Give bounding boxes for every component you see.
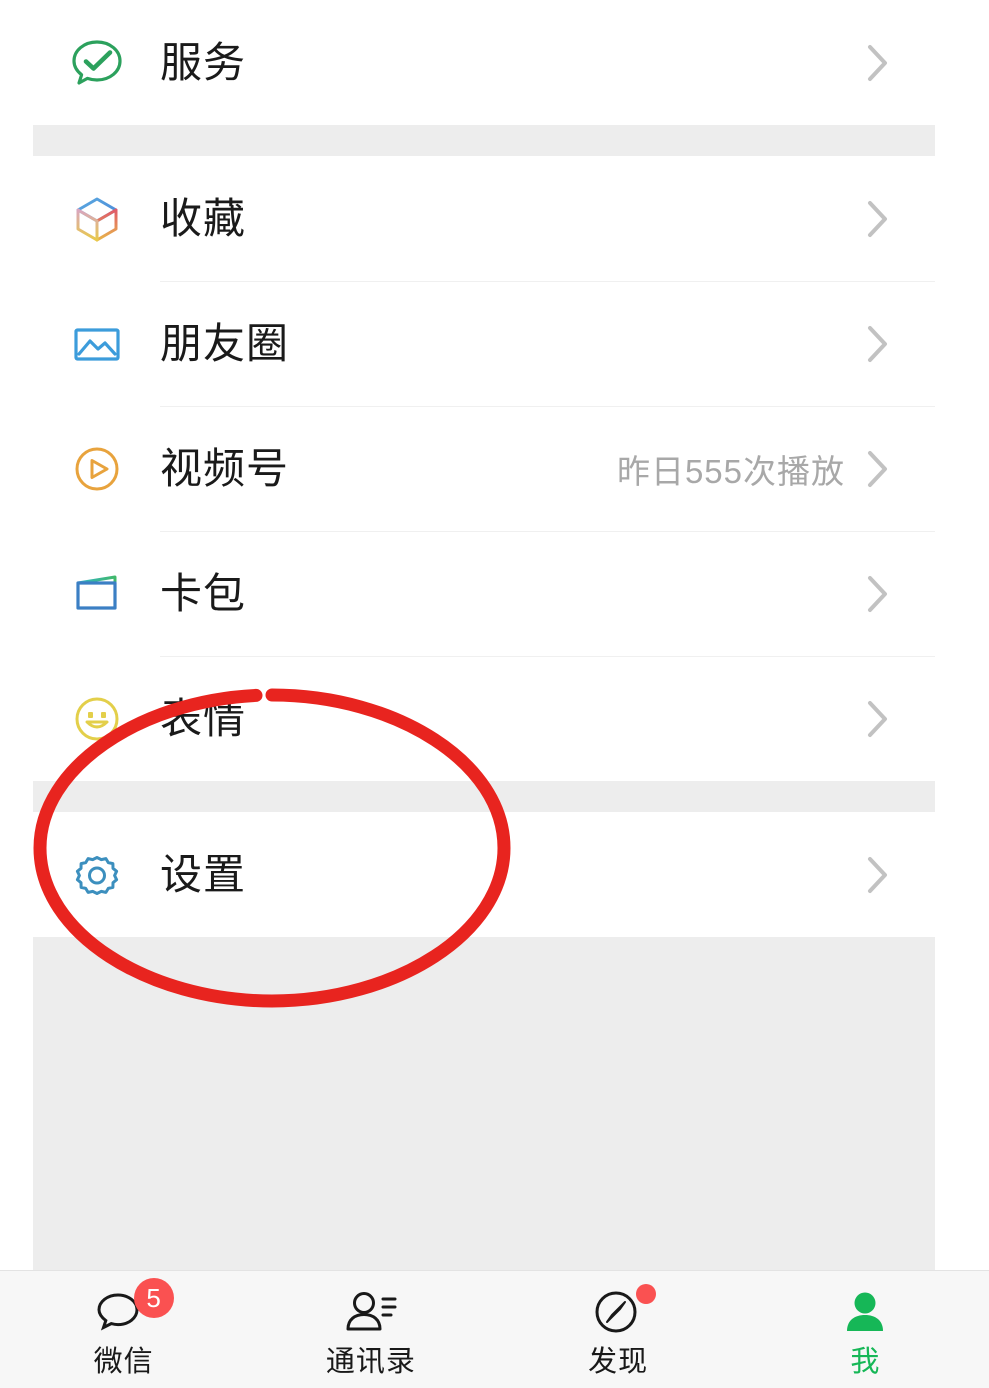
cards-wallet-icon xyxy=(33,564,160,624)
chevron-right-icon xyxy=(867,44,935,82)
discover-compass-icon xyxy=(590,1284,657,1340)
tab-discover[interactable]: 发现 xyxy=(495,1271,742,1388)
list-item-cards[interactable]: 卡包 xyxy=(33,531,935,656)
chat-bubbles-icon: 5 xyxy=(96,1278,174,1340)
tab-me[interactable]: 我 xyxy=(742,1271,989,1388)
group-separator xyxy=(33,125,935,156)
list-item-label: 朋友圈 xyxy=(160,319,290,367)
moments-photo-icon xyxy=(33,314,160,374)
tab-label: 通讯录 xyxy=(325,1346,416,1378)
settings-group: 设置 xyxy=(33,812,935,937)
tab-chats[interactable]: 5 微信 xyxy=(0,1271,247,1388)
chevron-right-icon xyxy=(867,575,935,613)
unread-badge: 5 xyxy=(133,1278,174,1318)
settings-list-container: 服务 收藏 朋友圈 视频号 昨日555次播放 卡包 表情 设置 xyxy=(33,0,935,1270)
chevron-right-icon xyxy=(867,700,935,738)
list-item-favorites[interactable]: 收藏 xyxy=(33,156,935,281)
stickers-smiley-icon xyxy=(33,689,160,749)
list-item-settings[interactable]: 设置 xyxy=(33,812,935,937)
list-item-moments[interactable]: 朋友圈 xyxy=(33,281,935,406)
list-item-services[interactable]: 服务 xyxy=(33,0,935,125)
settings-gear-icon xyxy=(33,845,160,905)
list-item-channels[interactable]: 视频号 昨日555次播放 xyxy=(33,406,935,531)
list-item-value: 昨日555次播放 xyxy=(616,452,845,490)
list-item-label: 收藏 xyxy=(160,194,247,242)
contacts-person-icon xyxy=(343,1286,399,1340)
me-person-filled-icon xyxy=(837,1286,893,1340)
chevron-right-icon xyxy=(867,325,935,363)
tab-label: 我 xyxy=(850,1346,881,1378)
list-item-stickers[interactable]: 表情 xyxy=(33,656,935,781)
tab-label: 微信 xyxy=(93,1346,154,1378)
chevron-right-icon xyxy=(867,856,935,894)
services-group: 服务 xyxy=(33,0,935,125)
list-item-label: 视频号 xyxy=(160,444,290,492)
bottom-tab-bar: 5 微信 通讯录 发现 我 xyxy=(0,1270,989,1388)
list-item-label: 服务 xyxy=(160,38,247,86)
list-item-label: 设置 xyxy=(160,850,247,898)
list-item-label: 卡包 xyxy=(160,569,247,617)
list-item-label: 表情 xyxy=(160,694,247,742)
favorites-cube-icon xyxy=(33,189,160,249)
chevron-right-icon xyxy=(867,200,935,238)
tab-label: 发现 xyxy=(588,1346,649,1378)
chevron-right-icon xyxy=(867,450,935,488)
services-checkmark-bubble-icon xyxy=(33,33,160,93)
channels-play-circle-icon xyxy=(33,439,160,499)
tab-contacts[interactable]: 通讯录 xyxy=(247,1271,494,1388)
new-indicator-dot xyxy=(636,1284,657,1304)
group-separator xyxy=(33,781,935,812)
wechat-me-screen: 服务 收藏 朋友圈 视频号 昨日555次播放 卡包 表情 设置 5 微信 通讯录… xyxy=(0,0,989,1388)
content-group: 收藏 朋友圈 视频号 昨日555次播放 卡包 表情 xyxy=(33,156,935,781)
